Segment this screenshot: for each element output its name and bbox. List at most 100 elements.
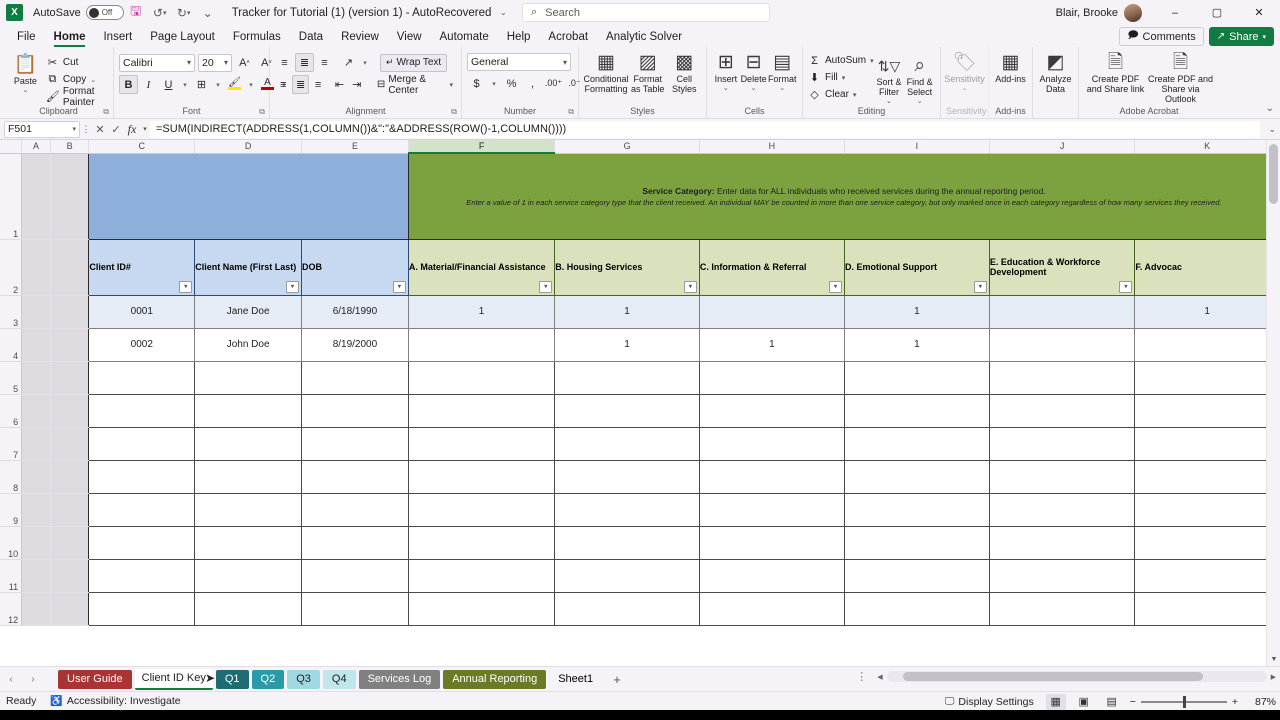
scroll-right-icon[interactable]: ▶: [1267, 673, 1280, 681]
formula-input[interactable]: =SUM(INDIRECT(ADDRESS(1,COLUMN())&":"&AD…: [150, 120, 1261, 138]
find-select-button[interactable]: ⌕ Find & Select ⌄: [904, 52, 935, 105]
cell-K4[interactable]: [1134, 328, 1280, 362]
cell-J11[interactable]: [989, 559, 1136, 593]
cell-A3[interactable]: [21, 295, 51, 329]
cell-D8[interactable]: [194, 460, 303, 494]
clear-chevron-down-icon[interactable]: ▾: [853, 91, 857, 99]
number-format-select[interactable]: General ▾: [467, 53, 571, 71]
cell-G7[interactable]: [554, 427, 700, 461]
cell-C9[interactable]: [88, 493, 196, 527]
clear-button[interactable]: ◇ Clear ▾: [808, 86, 874, 103]
column-header-G[interactable]: G: [554, 140, 700, 154]
cell-H10[interactable]: [699, 526, 846, 560]
redo-icon[interactable]: ↻ ▾: [173, 3, 195, 23]
cell-A11[interactable]: [21, 559, 51, 593]
cell-F7[interactable]: [408, 427, 556, 461]
filter-dropdown-icon-E[interactable]: ▾: [392, 280, 406, 293]
page-layout-view-icon[interactable]: ▣: [1074, 694, 1094, 710]
format-chevron-down-icon[interactable]: ⌄: [779, 85, 785, 93]
italic-button[interactable]: I: [139, 75, 158, 94]
cell-D12[interactable]: [194, 592, 303, 626]
tab-help[interactable]: Help: [498, 27, 540, 47]
zoom-out-button[interactable]: −: [1130, 696, 1136, 708]
merge-center-button[interactable]: ⊟ Merge & Center ▾: [374, 74, 456, 96]
cell-J4[interactable]: [989, 328, 1136, 362]
sheet-tab-user-guide[interactable]: User Guide: [58, 669, 132, 689]
cell-A8[interactable]: [21, 460, 51, 494]
save-icon[interactable]: 🖫: [125, 3, 147, 23]
filter-dropdown-icon-G[interactable]: ▾: [683, 280, 697, 293]
cell-A7[interactable]: [21, 427, 51, 461]
cell-A12[interactable]: [21, 592, 51, 626]
row-header-4[interactable]: 4: [0, 328, 23, 362]
column-header-E[interactable]: E: [301, 140, 409, 154]
cell-C5[interactable]: [88, 361, 196, 395]
cell-B8[interactable]: [50, 460, 90, 494]
cell-F6[interactable]: [408, 394, 556, 428]
page-break-view-icon[interactable]: ▤: [1102, 694, 1122, 710]
cell-A10[interactable]: [21, 526, 51, 560]
comma-format-button[interactable]: ,: [523, 74, 542, 93]
cell-J2-header[interactable]: E. Education & Workforce Development ▾: [988, 238, 1136, 296]
cell-I5[interactable]: [844, 361, 990, 395]
accessibility-status[interactable]: ♿ Accessibility: Investigate: [50, 695, 180, 707]
cell-G9[interactable]: [554, 493, 700, 527]
find-select-chevron-down-icon[interactable]: ⌄: [917, 98, 923, 106]
underline-button[interactable]: U: [159, 75, 178, 94]
orientation-chevron-down-icon[interactable]: ▾: [359, 53, 371, 72]
cell-styles-button[interactable]: ▩ Cell Styles: [667, 49, 701, 95]
search-input[interactable]: ⌕ Search: [522, 3, 770, 22]
cell-I9[interactable]: [844, 493, 990, 527]
cell-D5[interactable]: [194, 361, 303, 395]
horizontal-scrollbar[interactable]: [886, 671, 1267, 682]
row-header-12[interactable]: 12: [0, 592, 23, 626]
zoom-knob[interactable]: [1182, 695, 1186, 708]
row-header-9[interactable]: 9: [0, 493, 23, 527]
sheet-tab-annual-reporting[interactable]: Annual Reporting: [443, 669, 547, 689]
cell-H7[interactable]: [699, 427, 846, 461]
collapse-ribbon-icon[interactable]: ⌄: [1266, 103, 1274, 114]
add-ins-button[interactable]: ▦ Add-ins: [994, 49, 1027, 85]
cell-B4[interactable]: [50, 328, 90, 362]
row-header-7[interactable]: 7: [0, 427, 23, 461]
cell-G12[interactable]: [554, 592, 700, 626]
cell-H8[interactable]: [699, 460, 846, 494]
filter-dropdown-icon-C[interactable]: ▾: [179, 280, 193, 293]
close-button[interactable]: ✕: [1238, 0, 1280, 25]
cell-I4[interactable]: 1: [844, 328, 990, 362]
formula-chevron-down-icon[interactable]: ▾: [140, 119, 150, 140]
cell-J5[interactable]: [989, 361, 1136, 395]
row-header-10[interactable]: 10: [0, 526, 23, 560]
cell-H5[interactable]: [699, 361, 846, 395]
cell-F3[interactable]: 1: [408, 295, 556, 329]
fill-color-chevron-down-icon[interactable]: ▾: [245, 75, 257, 94]
cell-E6[interactable]: [301, 394, 409, 428]
name-box[interactable]: F501 ▾: [4, 120, 80, 138]
cell-C10[interactable]: [88, 526, 196, 560]
row-header-5[interactable]: 5: [0, 361, 23, 395]
cell-D6[interactable]: [194, 394, 303, 428]
orientation-icon[interactable]: ↗: [339, 53, 358, 72]
tab-page-layout[interactable]: Page Layout: [141, 27, 224, 47]
cancel-icon[interactable]: ✕: [92, 119, 108, 140]
cell-H11[interactable]: [699, 559, 846, 593]
tab-insert[interactable]: Insert: [94, 27, 141, 47]
font-name-input[interactable]: Calibri ▾: [119, 53, 195, 72]
user-name[interactable]: Blair, Brooke: [1056, 7, 1118, 19]
column-header-K[interactable]: K: [1134, 140, 1280, 154]
fill-button[interactable]: ⬇ Fill ▾: [808, 69, 874, 86]
borders-chevron-down-icon[interactable]: ▾: [212, 75, 224, 94]
cell-G6[interactable]: [554, 394, 700, 428]
cell-K11[interactable]: [1134, 559, 1280, 593]
filter-dropdown-icon-F[interactable]: ▾: [539, 280, 553, 293]
cell-I6[interactable]: [844, 394, 990, 428]
column-header-C[interactable]: C: [88, 140, 196, 154]
cell-I10[interactable]: [844, 526, 990, 560]
grow-font-button[interactable]: A ˄: [235, 53, 254, 72]
customize-quick-access-icon[interactable]: ⌄: [197, 3, 219, 23]
autosum-button[interactable]: Σ AutoSum ▾: [808, 52, 874, 69]
cell-B6[interactable]: [50, 394, 90, 428]
zoom-level[interactable]: 87%: [1246, 696, 1276, 708]
cell-H12[interactable]: [699, 592, 846, 626]
cell-G4[interactable]: 1: [554, 328, 700, 362]
